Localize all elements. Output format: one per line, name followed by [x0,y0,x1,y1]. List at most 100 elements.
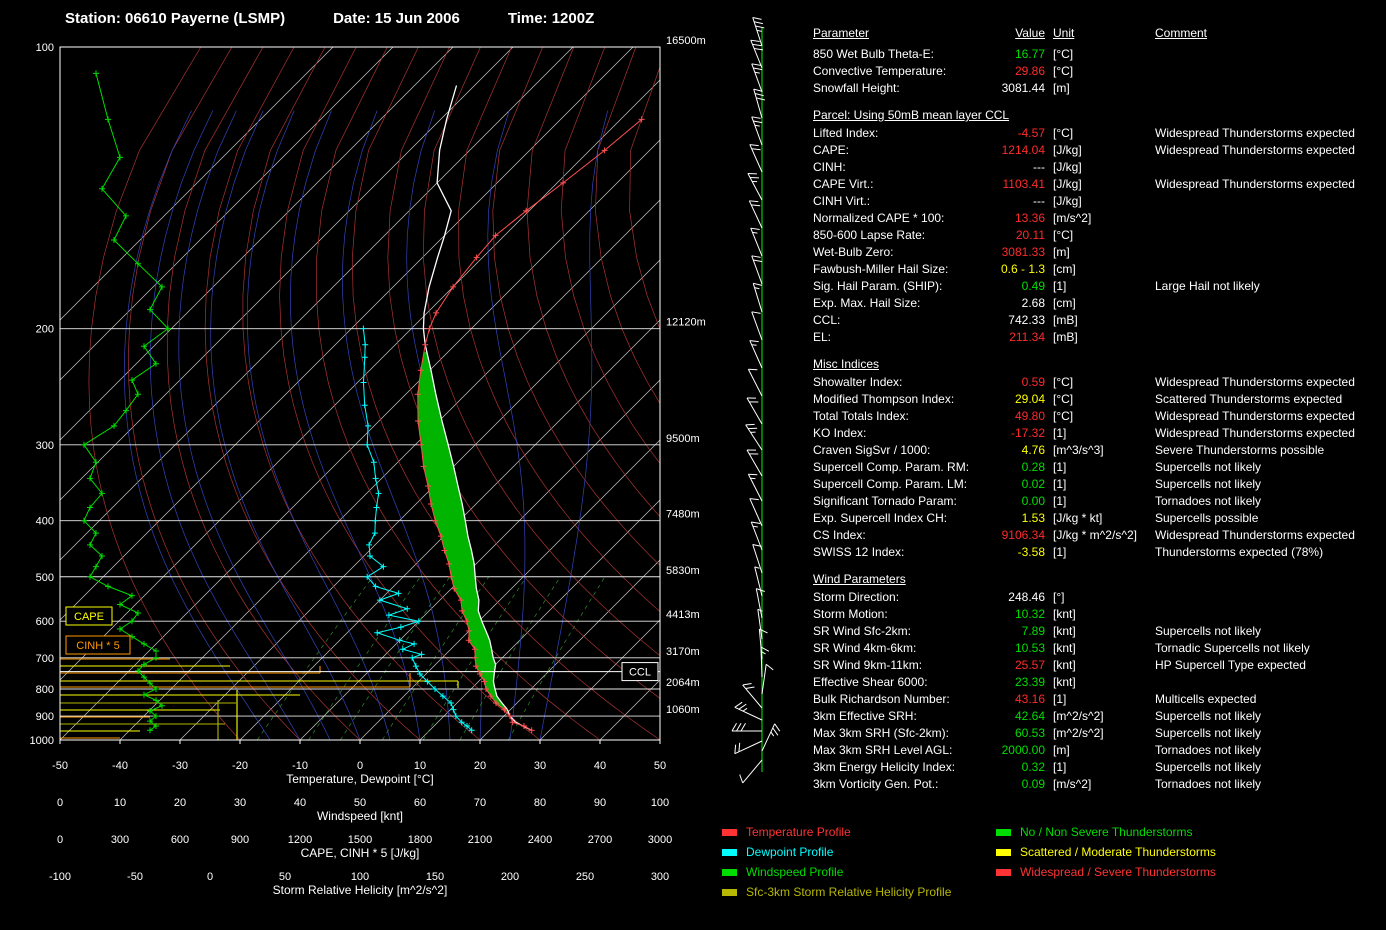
param-name: 3km Vorticity Gen. Pot.: [813,776,991,793]
param-name: 3km Energy Helicity Index: [813,759,991,776]
dry-adiabat-line [316,47,600,740]
table-row: CS Index:9106.34[J/kg * m^2/s^2]Widespre… [813,527,1385,544]
param-comment [1147,606,1385,623]
pressure-label: 500 [36,572,54,584]
isotherm-line [660,47,725,740]
sounding-app: Station: 06610 Payerne (LSMP) Date: 15 J… [0,0,1386,930]
param-unit: [knt] [1045,640,1147,657]
param-unit: [m] [1045,742,1147,759]
temp-tick-label: -20 [232,760,248,772]
param-comment [1147,244,1385,261]
cape-tick-label: 2700 [588,834,612,846]
param-value: 60.53 [991,725,1045,742]
param-name: Normalized CAPE * 100: [813,210,991,227]
temp-tick-label: -10 [292,760,308,772]
dry-adiabat-line [663,47,725,740]
param-comment: Widespread Thunderstorms expected [1147,408,1385,425]
wind-tick-label: 60 [414,797,426,809]
param-value: 13.36 [991,210,1045,227]
table-header-row: ParameterValueUnitComment [813,24,1385,42]
dry-adiabat-line [243,47,480,740]
wind-barb [759,629,767,659]
wind-barb-column [725,0,795,930]
param-comment [1147,329,1385,346]
param-comment [1147,227,1385,244]
isotherm-line [360,47,725,740]
wind-barb [748,369,762,396]
param-name: Max 3km SRH (Sfc-2km): [813,725,991,742]
altitude-label: 1060m [666,704,700,716]
param-unit: [m^2/s^2] [1045,725,1147,742]
param-name: CAPE: [813,142,991,159]
temp-tick-label: -30 [172,760,188,772]
legend-swatch [996,829,1011,836]
wind-barb [732,723,762,731]
param-value: -17.32 [991,425,1045,442]
table-row: 850-600 Lapse Rate:20.11[°C] [813,227,1385,244]
param-unit: [m] [1045,80,1147,97]
wind-barb [740,760,762,783]
moist-adiabat-line [540,111,608,740]
table-row: 3km Vorticity Gen. Pot.:0.09[m/s^2]Torna… [813,776,1385,793]
param-comment [1147,261,1385,278]
param-unit: [°C] [1045,125,1147,142]
cape-tick-label: 300 [111,834,129,846]
table-row: 3km Energy Helicity Index:0.32[1]Superce… [813,759,1385,776]
dry-adiabat-line [561,47,725,740]
param-value: 1214.04 [991,142,1045,159]
param-unit: [1] [1045,476,1147,493]
param-name: KO Index: [813,425,991,442]
param-name: SR Wind 4km-6km: [813,640,991,657]
param-unit: [knt] [1045,623,1147,640]
temp-tick-label: 10 [414,760,426,772]
group-header: Misc Indices [813,354,1385,374]
column-header: Unit [1045,24,1147,42]
dry-adiabat-line [280,47,540,740]
table-row: Fawbush-Miller Hail Size:0.6 - 1.3[cm] [813,261,1385,278]
cape-tick-label: 600 [171,834,189,846]
srh-tick-label: -100 [49,871,71,883]
altitude-label: 4413m [666,609,700,621]
param-comment: Widespread Thunderstorms expected [1147,374,1385,391]
table-row: Sig. Hail Param. (SHIP):0.49[1]Large Hai… [813,278,1385,295]
param-name: CS Index: [813,527,991,544]
legend-item: Dewpoint Profile [722,842,951,862]
cape-tick-label: 900 [231,834,249,846]
param-unit: [knt] [1045,674,1147,691]
param-unit: [knt] [1045,657,1147,674]
cape-label: CAPE [74,611,104,623]
param-comment [1147,80,1385,97]
param-unit: [°C] [1045,46,1147,63]
legend-item: Temperature Profile [722,822,951,842]
table-row: Snowfall Height:3081.44[m] [813,80,1385,97]
legend-label: Widespread / Severe Thunderstorms [1020,865,1216,879]
dry-adiabat-line [493,47,725,740]
param-value: 10.53 [991,640,1045,657]
cape-tick-label: 1800 [408,834,432,846]
param-unit: [m^3/s^3] [1045,442,1147,459]
altitude-label: 2064m [666,677,700,689]
windspeed-profile-markers [81,70,171,733]
param-comment: Supercells not likely [1147,476,1385,493]
param-name: CINH: [813,159,991,176]
param-comment: Widespread Thunderstorms expected [1147,176,1385,193]
param-name: Storm Direction: [813,589,991,606]
wind-barb [747,398,762,424]
param-name: CCL: [813,312,991,329]
table-row: 850 Wet Bulb Theta-E:16.77[°C] [813,46,1385,63]
wind-barb [735,741,762,754]
table-row: CINH:---[J/kg] [813,159,1385,176]
param-comment: Supercells not likely [1147,708,1385,725]
param-comment [1147,159,1385,176]
isohume-line [508,577,605,740]
param-unit: [cm] [1045,261,1147,278]
column-header: Value [991,24,1045,42]
dry-adiabat-line [128,47,300,740]
param-value: 0.32 [991,759,1045,776]
param-name: Fawbush-Miller Hail Size: [813,261,991,278]
table-row: Effective Shear 6000:23.39[knt] [813,674,1385,691]
wind-barb [752,256,762,284]
wind-barb [747,450,762,476]
param-comment: Severe Thunderstorms possible [1147,442,1385,459]
param-unit: [°C] [1045,391,1147,408]
